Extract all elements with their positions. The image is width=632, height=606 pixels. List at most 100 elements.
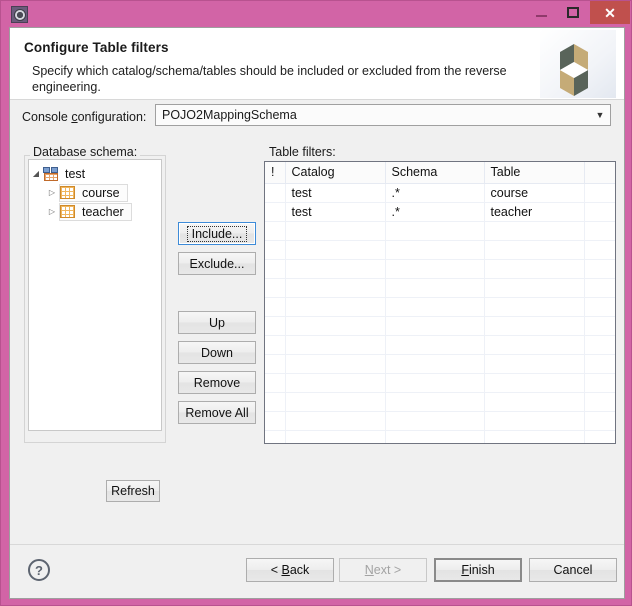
cell-catalog[interactable]: test [285, 183, 386, 203]
cell-extra-empty[interactable] [584, 335, 615, 355]
table-row-empty[interactable] [265, 297, 615, 317]
table-row-empty[interactable] [265, 411, 615, 431]
cell-catalog-empty[interactable] [285, 278, 386, 298]
cancel-button[interactable]: Cancel [529, 558, 617, 582]
table-row-empty[interactable] [265, 240, 615, 260]
remove-button[interactable]: Remove [178, 371, 256, 394]
twisty-collapsed-icon[interactable]: ▷ [45, 188, 59, 197]
cell-table-empty[interactable] [484, 411, 585, 431]
finish-button[interactable]: Finish [434, 558, 522, 582]
cell-schema-empty[interactable] [385, 240, 485, 260]
cell-flag[interactable] [265, 202, 286, 222]
cell-table-empty[interactable] [484, 259, 585, 279]
cell-flag-empty[interactable] [265, 316, 286, 336]
cell-table-empty[interactable] [484, 278, 585, 298]
cell-catalog-empty[interactable] [285, 221, 386, 241]
twisty-expanded-icon[interactable]: ◢ [29, 169, 43, 178]
cell-table-empty[interactable] [484, 392, 585, 412]
console-configuration-combobox[interactable]: POJO2MappingSchema ▼ [155, 104, 611, 126]
move-down-button[interactable]: Down [178, 341, 256, 364]
table-row-empty[interactable] [265, 373, 615, 393]
column-header-table[interactable]: Table [484, 162, 585, 184]
minimize-button[interactable] [526, 1, 556, 24]
chevron-down-icon[interactable]: ▼ [590, 110, 610, 120]
cell-table-empty[interactable] [484, 316, 585, 336]
cell-extra-empty[interactable] [584, 392, 615, 412]
cell-table-empty[interactable] [484, 335, 585, 355]
cell-extra[interactable] [584, 202, 615, 222]
cell-extra-empty[interactable] [584, 316, 615, 336]
column-header-flag[interactable]: ! [265, 162, 286, 184]
table-row-empty[interactable] [265, 278, 615, 298]
cell-catalog-empty[interactable] [285, 392, 386, 412]
cell-flag-empty[interactable] [265, 392, 286, 412]
table-row-empty[interactable] [265, 392, 615, 412]
cell-table-empty[interactable] [484, 373, 585, 393]
maximize-button[interactable] [558, 1, 588, 24]
cell-flag-empty[interactable] [265, 259, 286, 279]
cell-flag-empty[interactable] [265, 373, 286, 393]
cell-catalog-empty[interactable] [285, 259, 386, 279]
cell-table-empty[interactable] [484, 240, 585, 260]
cell-flag-empty[interactable] [265, 430, 286, 443]
table-row[interactable]: test .* course [265, 183, 615, 203]
column-header-catalog[interactable]: Catalog [285, 162, 386, 184]
cell-flag-empty[interactable] [265, 335, 286, 355]
cell-flag-empty[interactable] [265, 297, 286, 317]
cell-schema-empty[interactable] [385, 221, 485, 241]
cell-extra-empty[interactable] [584, 259, 615, 279]
cell-catalog[interactable]: test [285, 202, 386, 222]
cell-table[interactable]: course [484, 183, 585, 203]
cell-schema-empty[interactable] [385, 297, 485, 317]
include-button[interactable]: Include... [178, 222, 256, 245]
cell-catalog-empty[interactable] [285, 354, 386, 374]
cell-flag-empty[interactable] [265, 240, 286, 260]
remove-all-button[interactable]: Remove All [178, 401, 256, 424]
move-up-button[interactable]: Up [178, 311, 256, 334]
cell-table-empty[interactable] [484, 430, 585, 443]
cell-flag-empty[interactable] [265, 354, 286, 374]
cell-extra-empty[interactable] [584, 430, 615, 443]
refresh-button[interactable]: Refresh [106, 480, 160, 502]
table-row-empty[interactable] [265, 221, 615, 241]
table-filters-table[interactable]: ! Catalog Schema Table test .* course test.… [264, 161, 616, 444]
cell-extra-empty[interactable] [584, 278, 615, 298]
table-row-empty[interactable] [265, 335, 615, 355]
cell-extra-empty[interactable] [584, 221, 615, 241]
cell-catalog-empty[interactable] [285, 316, 386, 336]
table-row-empty[interactable] [265, 354, 615, 374]
tree-item-test[interactable]: ◢ test [29, 164, 161, 183]
cell-schema-empty[interactable] [385, 259, 485, 279]
cell-extra-empty[interactable] [584, 411, 615, 431]
cell-catalog-empty[interactable] [285, 297, 386, 317]
cell-schema-empty[interactable] [385, 392, 485, 412]
twisty-collapsed-icon[interactable]: ▷ [45, 207, 59, 216]
table-row-empty[interactable] [265, 316, 615, 336]
cell-catalog-empty[interactable] [285, 240, 386, 260]
cell-schema-empty[interactable] [385, 373, 485, 393]
column-header-extra[interactable] [584, 162, 615, 184]
cell-schema[interactable]: .* [385, 202, 485, 222]
cell-catalog-empty[interactable] [285, 430, 386, 443]
cell-schema-empty[interactable] [385, 354, 485, 374]
cell-flag-empty[interactable] [265, 221, 286, 241]
cell-table-empty[interactable] [484, 221, 585, 241]
table-row[interactable]: test .* teacher [265, 202, 615, 222]
cell-schema-empty[interactable] [385, 316, 485, 336]
tree-item-course[interactable]: ▷ course [29, 183, 161, 202]
help-icon[interactable]: ? [28, 559, 50, 581]
cell-catalog-empty[interactable] [285, 335, 386, 355]
cell-extra-empty[interactable] [584, 297, 615, 317]
cell-table-empty[interactable] [484, 354, 585, 374]
cell-catalog-empty[interactable] [285, 411, 386, 431]
cell-catalog-empty[interactable] [285, 373, 386, 393]
close-button[interactable]: ✕ [590, 1, 630, 24]
cell-schema-empty[interactable] [385, 411, 485, 431]
cell-flag[interactable] [265, 183, 286, 203]
cell-table-empty[interactable] [484, 297, 585, 317]
exclude-button[interactable]: Exclude... [178, 252, 256, 275]
table-row-empty[interactable] [265, 430, 615, 443]
back-button[interactable]: < Back [246, 558, 334, 582]
cell-extra-empty[interactable] [584, 373, 615, 393]
cell-extra[interactable] [584, 183, 615, 203]
